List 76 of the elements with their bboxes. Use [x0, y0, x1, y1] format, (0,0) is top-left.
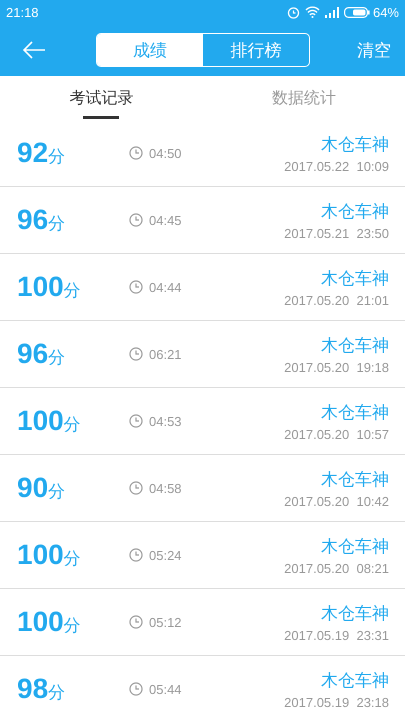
- record-row[interactable]: 100分 05:12 木仓车神 2017.05.19 23:31: [0, 589, 405, 656]
- user-name: 木仓车神: [321, 200, 389, 222]
- record-row[interactable]: 90分 04:58 木仓车神 2017.05.20 10:42: [0, 455, 405, 522]
- score: 90: [17, 472, 48, 504]
- signal-icon: [324, 6, 339, 18]
- segment-tab[interactable]: 成绩: [97, 34, 203, 66]
- record-date: 2017.05.21 23:50: [284, 226, 389, 240]
- score-unit: 分: [48, 481, 66, 503]
- user-name: 木仓车神: [321, 536, 389, 558]
- record-row[interactable]: 100分 04:53 木仓车神 2017.05.20 10:57: [0, 388, 405, 455]
- score-unit: 分: [48, 213, 66, 235]
- user-name: 木仓车神: [321, 670, 389, 692]
- tab[interactable]: 考试记录: [0, 76, 202, 120]
- record-date: 2017.05.19 23:18: [284, 694, 389, 710]
- record-row[interactable]: 92分 04:50 木仓车神 2017.05.22 10:09: [0, 120, 405, 187]
- user-name: 木仓车神: [321, 468, 389, 490]
- record-date: 2017.05.20 10:57: [284, 426, 389, 442]
- segment-tab[interactable]: 排行榜: [203, 34, 309, 66]
- record-date: 2017.05.20 21:01: [284, 292, 389, 308]
- score-unit: 分: [64, 414, 81, 436]
- wifi-icon: [304, 6, 320, 18]
- record-date: 2017.05.22 10:09: [284, 158, 389, 174]
- duration: 05:12: [149, 614, 182, 630]
- record-date: 2017.05.19 23:31: [284, 628, 389, 642]
- duration: 05:24: [149, 548, 182, 562]
- clear-button[interactable]: 清空: [357, 38, 391, 62]
- clock-icon: [129, 347, 143, 361]
- tab-indicator: [83, 116, 120, 119]
- duration: 05:44: [149, 682, 182, 696]
- duration: 04:44: [149, 280, 182, 294]
- status-time: 21:18: [6, 4, 39, 20]
- score: 96: [17, 204, 48, 236]
- battery-icon: [344, 6, 370, 18]
- score: 98: [17, 673, 48, 705]
- duration: 06:21: [149, 346, 182, 362]
- score: 96: [17, 338, 48, 370]
- alarm-icon: [286, 6, 300, 18]
- score-unit: 分: [64, 280, 81, 302]
- score: 100: [17, 271, 64, 303]
- user-name: 木仓车神: [321, 134, 389, 156]
- score: 100: [17, 539, 64, 571]
- record-date: 2017.05.20 10:42: [284, 494, 389, 508]
- score: 92: [17, 137, 48, 169]
- tab[interactable]: 数据统计: [202, 76, 405, 120]
- clock-icon: [129, 213, 143, 227]
- clock-icon: [129, 481, 143, 495]
- record-row[interactable]: 96分 04:45 木仓车神 2017.05.21 23:50: [0, 187, 405, 254]
- clock-icon: [129, 146, 143, 160]
- user-name: 木仓车神: [321, 268, 389, 290]
- clock-icon: [129, 280, 143, 294]
- clock-icon: [129, 548, 143, 562]
- user-name: 木仓车神: [321, 602, 389, 624]
- score: 100: [17, 405, 64, 437]
- score-unit: 分: [64, 548, 81, 570]
- record-date: 2017.05.20 19:18: [284, 360, 389, 374]
- back-arrow-icon[interactable]: [22, 41, 46, 59]
- record-row[interactable]: 96分 06:21 木仓车神 2017.05.20 19:18: [0, 321, 405, 388]
- user-name: 木仓车神: [321, 402, 389, 424]
- record-row[interactable]: 98分 05:44 木仓车神 2017.05.19 23:18: [0, 656, 405, 720]
- user-name: 木仓车神: [321, 334, 389, 356]
- duration: 04:58: [149, 480, 182, 496]
- duration: 04:45: [149, 212, 182, 228]
- score-unit: 分: [48, 682, 66, 704]
- score: 100: [17, 606, 64, 638]
- clock-icon: [129, 682, 143, 696]
- duration: 04:50: [149, 146, 182, 160]
- score-unit: 分: [48, 347, 66, 369]
- duration: 04:53: [149, 414, 182, 428]
- record-row[interactable]: 100分 05:24 木仓车神 2017.05.20 08:21: [0, 522, 405, 589]
- score-unit: 分: [48, 146, 66, 168]
- battery-percentage: 64%: [372, 4, 399, 20]
- record-date: 2017.05.20 08:21: [284, 560, 389, 576]
- record-row[interactable]: 100分 04:44 木仓车神 2017.05.20 21:01: [0, 254, 405, 321]
- clock-icon: [129, 414, 143, 428]
- clock-icon: [129, 615, 143, 629]
- score-unit: 分: [64, 615, 81, 637]
